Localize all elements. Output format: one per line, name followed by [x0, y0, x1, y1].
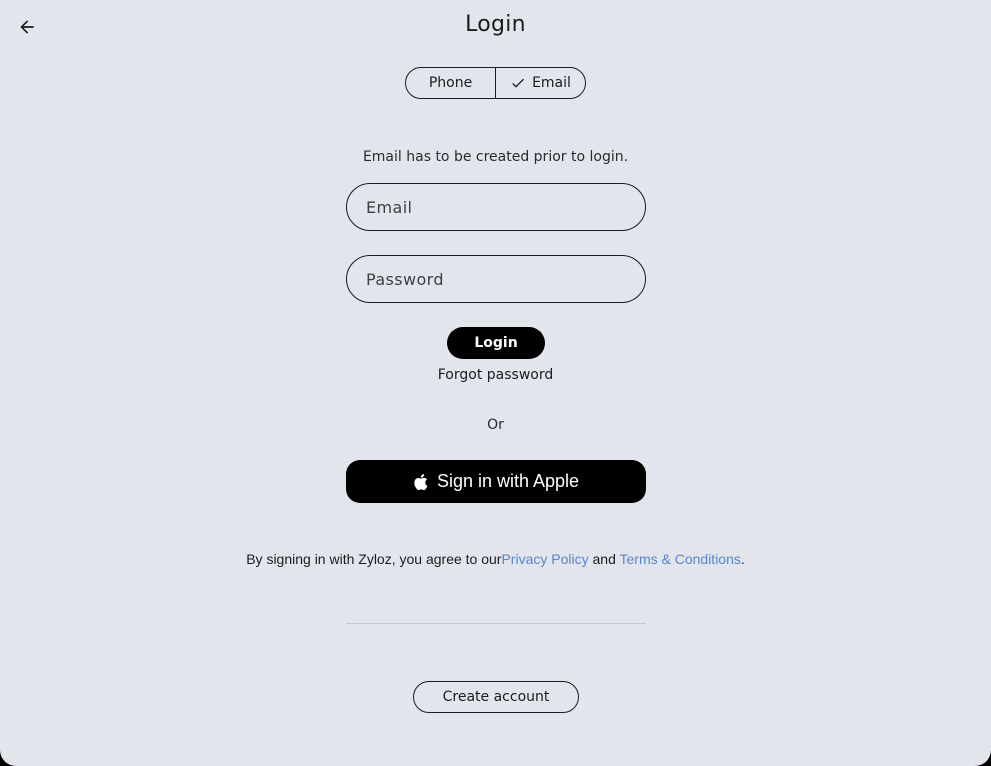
email-hint: Email has to be created prior to login. [362, 149, 629, 165]
create-account-button[interactable]: Create account [413, 681, 579, 713]
terms-and: and [588, 551, 620, 567]
check-icon [512, 78, 525, 88]
divider [346, 623, 646, 624]
login-button[interactable]: Login [447, 327, 545, 359]
login-screen: Login Phone Email Email has to be create… [0, 0, 991, 766]
password-field[interactable] [346, 255, 646, 303]
or-separator: Or [487, 417, 504, 433]
terms-conditions-link[interactable]: Terms & Conditions [620, 551, 741, 567]
terms-notice: By signing in with Zyloz, you agree to o… [0, 551, 991, 567]
login-method-selector: Phone Email [405, 67, 586, 99]
segment-email-label: Email [532, 75, 571, 91]
email-field[interactable] [346, 183, 646, 231]
segment-email[interactable]: Email [495, 68, 585, 98]
segment-phone[interactable]: Phone [406, 68, 495, 98]
apple-logo-icon [414, 473, 428, 490]
terms-prefix: By signing in with Zyloz, you agree to o… [246, 551, 502, 567]
segment-phone-label: Phone [428, 75, 473, 91]
sign-in-with-apple-label: Sign in with Apple [436, 471, 580, 491]
sign-in-with-apple-button[interactable]: Sign in with Apple [346, 460, 646, 503]
login-button-label: Login [474, 335, 518, 351]
privacy-policy-link[interactable]: Privacy Policy [501, 551, 588, 567]
forgot-password-link[interactable]: Forgot password [0, 367, 991, 383]
page-title: Login [465, 12, 526, 37]
create-account-label: Create account [442, 689, 550, 705]
terms-suffix: . [740, 551, 745, 567]
